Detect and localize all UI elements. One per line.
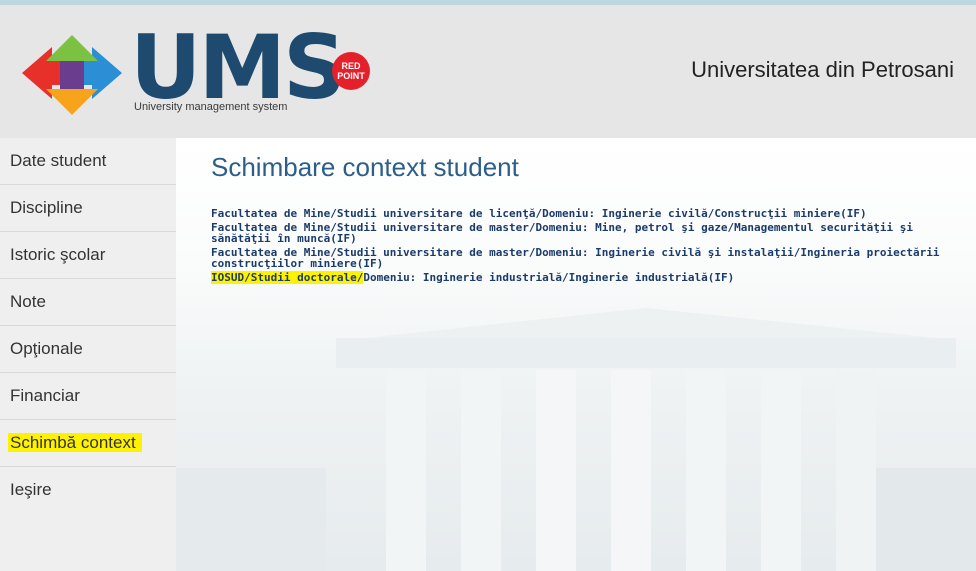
sidebar-item-note[interactable]: Note (0, 279, 176, 326)
sidebar-item-optionale[interactable]: Opţionale (0, 326, 176, 373)
context-link-licenta-constructii-miniere[interactable]: Facultatea de Mine/Studii universitare d… (211, 208, 971, 219)
sidebar-item-schimba-context[interactable]: Schimbă context (0, 420, 176, 467)
sidebar-item-label: Schimbă context (8, 433, 142, 452)
header: UMS University management system RED POI… (0, 5, 976, 138)
sidebar-item-istoric-scolar[interactable]: Istoric şcolar (0, 232, 176, 279)
context-link-highlight: IOSUD/Studii doctorale/ (211, 271, 364, 284)
context-link-master-managementul-securitatii[interactable]: Facultatea de Mine/Studii universitare d… (211, 222, 971, 244)
context-list: Facultatea de Mine/Studii universitare d… (211, 208, 971, 286)
badge-line1: RED (341, 61, 361, 71)
badge-line2: POINT (337, 71, 365, 81)
context-link-doctorat-inginerie-industriala[interactable]: IOSUD/Studii doctorale/Domeniu: Ingineri… (211, 271, 971, 284)
logo-text: UMS (130, 16, 346, 119)
university-name: Universitatea din Petrosani (691, 57, 954, 82)
sidebar-item-date-student[interactable]: Date student (0, 138, 176, 185)
context-link-master-ingineria-proiectarii[interactable]: Facultatea de Mine/Studii universitare d… (211, 247, 971, 269)
ums-logo-icon (22, 35, 122, 115)
logo-subtitle: University management system (134, 101, 288, 113)
context-link-rest: Domeniu: Inginerie industrială/Inginerie… (363, 271, 735, 284)
sidebar-item-financiar[interactable]: Financiar (0, 373, 176, 420)
sidebar-item-iesire[interactable]: Ieşire (0, 467, 176, 514)
redpoint-badge: RED POINT (332, 52, 370, 90)
sidebar: Date student Discipline Istoric şcolar N… (0, 138, 176, 571)
page-title: Schimbare context student (211, 152, 519, 182)
main-content: Schimbare context student Facultatea de … (176, 138, 976, 571)
sidebar-item-discipline[interactable]: Discipline (0, 185, 176, 232)
background-building-image (176, 308, 976, 571)
